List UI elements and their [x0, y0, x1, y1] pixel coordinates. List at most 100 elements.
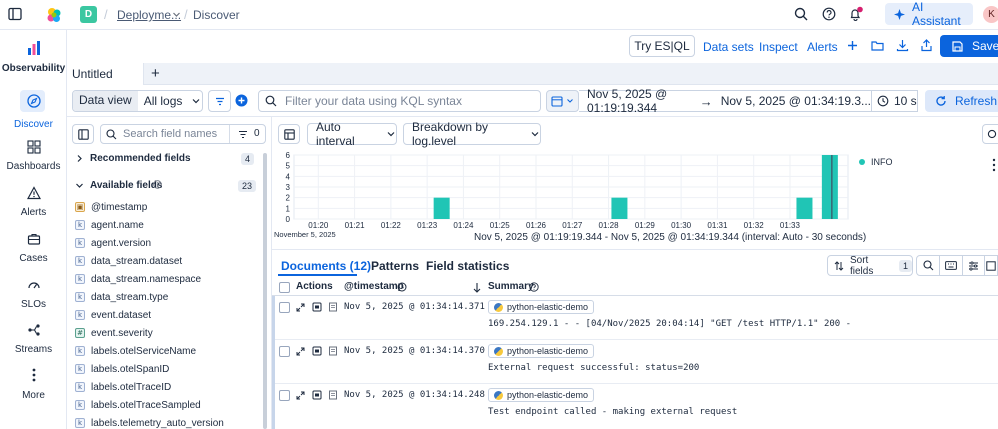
date-start[interactable]: Nov 5, 2025 @ 01:19:19.344	[587, 87, 692, 115]
share-icon[interactable]	[920, 39, 933, 52]
filter-menu-button[interactable]	[208, 90, 231, 112]
field-item[interactable]: k data_stream.type	[75, 289, 168, 305]
select-all-checkbox[interactable]	[279, 282, 290, 293]
expand-icon[interactable]	[296, 303, 305, 312]
panel-toggle-icon[interactable]	[8, 7, 22, 21]
chevron-right-icon[interactable]	[75, 154, 84, 163]
add-tab-button[interactable]: +	[151, 65, 160, 82]
refresh-button[interactable]: Refresh	[925, 90, 998, 112]
chart-settings-button[interactable]	[982, 124, 998, 144]
field-item[interactable]: k labels.otelTraceSampled	[75, 397, 201, 413]
row-checkbox[interactable]	[279, 346, 290, 357]
row-message: 169.254.129.1 - - [04/Nov/2025 20:04:14]…	[488, 319, 852, 329]
recommended-fields-header[interactable]: Recommended fields	[90, 153, 191, 164]
field-item[interactable]: k labels.otelSpanID	[75, 361, 169, 377]
col-timestamp[interactable]: @timestamp	[344, 281, 404, 292]
service-badge[interactable]: python-elastic-demo	[488, 300, 595, 314]
table-row[interactable]: Nov 5, 2025 @ 01:34:14.371 python-elasti…	[272, 296, 998, 340]
field-item[interactable]: k event.dataset	[75, 307, 151, 323]
elastic-logo-icon[interactable]	[45, 6, 63, 24]
field-search-input[interactable]: Search field names 0	[100, 124, 266, 144]
data-view-picker[interactable]: Data view All logs	[72, 90, 203, 112]
context-icon[interactable]	[312, 302, 322, 312]
nav-streams[interactable]: Streams	[0, 322, 67, 355]
table-row[interactable]: Nov 5, 2025 @ 01:34:14.248 python-elasti…	[272, 384, 998, 429]
document-icon[interactable]	[328, 302, 338, 312]
chevron-down-icon[interactable]	[75, 181, 84, 190]
histogram-chart[interactable]: 0 12 3 45 6 01:20 01:21 01:22 01:23 01:24 01:25 01:…	[272, 151, 998, 245]
field-item[interactable]: k labels.telemetry_auto_version	[75, 415, 224, 429]
breakdown-label: Breakdown by log.level	[412, 120, 489, 148]
save-button[interactable]: Save	[940, 35, 998, 57]
document-icon[interactable]	[328, 390, 338, 400]
space-avatar[interactable]: D	[80, 6, 97, 23]
nav-slos[interactable]: SLOs	[0, 277, 67, 310]
chart-options-button[interactable]	[278, 124, 300, 144]
help-icon[interactable]	[529, 282, 539, 292]
chevron-down-icon	[191, 96, 201, 106]
help-icon[interactable]	[822, 7, 836, 21]
tab-untitled[interactable]: Untitled	[67, 63, 144, 85]
nav-dashboards[interactable]: Dashboards	[0, 139, 67, 172]
refresh-interval-button[interactable]: 10 s	[872, 90, 918, 112]
filter-icon[interactable]	[238, 130, 248, 139]
nav-more[interactable]: More	[0, 367, 67, 401]
chevron-down-icon[interactable]	[172, 10, 181, 19]
alerts-link[interactable]: Alerts	[807, 40, 838, 54]
keyboard-icon[interactable]	[940, 256, 963, 275]
fullscreen-icon[interactable]	[985, 256, 997, 275]
plus-icon[interactable]	[847, 40, 858, 51]
try-esql-button[interactable]: Try ES|QL	[629, 35, 695, 57]
folder-open-icon[interactable]	[871, 39, 884, 52]
field-item[interactable]: k agent.version	[75, 235, 151, 251]
field-item[interactable]: k labels.otelTraceID	[75, 379, 171, 395]
context-icon[interactable]	[312, 390, 322, 400]
user-avatar[interactable]: K	[983, 6, 998, 23]
data-sets-link[interactable]: Data sets	[703, 40, 754, 54]
service-badge[interactable]: python-elastic-demo	[488, 388, 595, 402]
field-item[interactable]: # event.severity	[75, 325, 153, 341]
nav-discover[interactable]: Discover	[0, 93, 67, 130]
service-badge[interactable]: python-elastic-demo	[488, 344, 595, 358]
search-icon	[106, 128, 117, 140]
field-item[interactable]: k agent.name	[75, 217, 144, 233]
field-list-scrollbar[interactable]	[263, 153, 267, 429]
breakdown-select[interactable]: Breakdown by log.level	[403, 120, 541, 148]
available-fields-header[interactable]: Available fields	[90, 180, 162, 191]
inspect-link[interactable]: Inspect	[759, 40, 798, 54]
nav-observability[interactable]: Observability	[0, 40, 67, 74]
expand-icon[interactable]	[296, 391, 305, 400]
expand-icon[interactable]	[296, 347, 305, 356]
display-settings-icon[interactable]	[963, 256, 985, 275]
date-quick-menu[interactable]	[546, 90, 579, 112]
tab-documents[interactable]: Documents (12)	[281, 259, 371, 273]
field-item[interactable]: k data_stream.dataset	[75, 253, 182, 269]
field-item[interactable]: ▣ @timestamp	[75, 199, 147, 215]
table-row[interactable]: Nov 5, 2025 @ 01:34:14.370 python-elasti…	[272, 340, 998, 384]
interval-select[interactable]: Auto interval	[307, 120, 397, 148]
row-checkbox[interactable]	[279, 302, 290, 313]
search-icon[interactable]	[794, 7, 808, 21]
ai-assistant-button[interactable]: AI Assistant	[885, 0, 973, 28]
notifications-icon[interactable]	[848, 6, 864, 22]
date-range-picker[interactable]: Nov 5, 2025 @ 01:19:19.344 → Nov 5, 2025…	[579, 87, 872, 115]
document-icon[interactable]	[328, 346, 338, 356]
sparkle-icon	[894, 8, 905, 20]
sort-arrow-down-icon[interactable]	[473, 282, 481, 293]
sort-fields-button[interactable]: Sort fields 1	[827, 255, 913, 277]
nav-alerts[interactable]: Alerts	[0, 185, 67, 218]
row-checkbox[interactable]	[279, 390, 290, 401]
nav-cases[interactable]: Cases	[0, 231, 67, 264]
field-item[interactable]: k data_stream.namespace	[75, 271, 201, 287]
collapse-sidebar-button[interactable]	[72, 124, 94, 144]
download-icon[interactable]	[896, 39, 909, 52]
info-icon[interactable]	[153, 180, 162, 189]
add-filter-icon[interactable]	[235, 94, 248, 107]
field-item[interactable]: k labels.otelServiceName	[75, 343, 196, 359]
context-icon[interactable]	[312, 346, 322, 356]
tab-field-statistics[interactable]: Field statistics	[426, 259, 509, 273]
search-icon[interactable]	[917, 256, 940, 275]
date-end[interactable]: Nov 5, 2025 @ 01:34:19.3...	[721, 94, 871, 108]
tab-patterns[interactable]: Patterns	[371, 259, 419, 273]
kql-search-input[interactable]: Filter your data using KQL syntax	[258, 90, 541, 112]
